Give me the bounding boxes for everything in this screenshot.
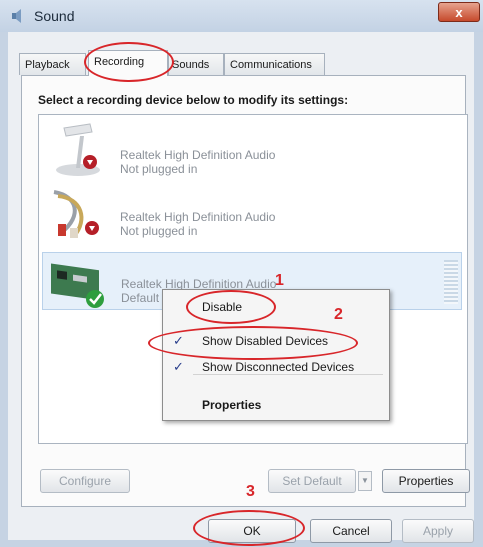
title-bar: Sound x <box>0 0 483 32</box>
annotation-number-2: 2 <box>334 306 343 323</box>
set-default-dropdown-arrow[interactable]: ▼ <box>358 471 372 491</box>
annotation-number-3: 3 <box>246 483 255 500</box>
device-status: Not plugged in <box>120 224 198 238</box>
microphone-icon <box>56 123 100 176</box>
device-name: Realtek High Definition Audio <box>120 210 276 224</box>
window-frame-right <box>474 32 483 547</box>
menu-item-properties[interactable]: Properties <box>163 394 389 416</box>
sound-dialog: Sound x Playback Recording Sounds Commun… <box>0 0 483 547</box>
device-item-line-in[interactable]: Realtek High Definition Audio Not plugge… <box>42 182 462 242</box>
tab-playback[interactable]: Playback <box>19 53 86 75</box>
level-meter <box>444 260 458 304</box>
tab-recording[interactable]: Recording <box>88 50 168 76</box>
window-frame-left <box>0 32 8 547</box>
close-button[interactable]: x <box>438 2 480 22</box>
apply-button[interactable]: Apply <box>402 519 474 543</box>
set-default-button[interactable]: Set Default <box>268 469 356 493</box>
menu-item-label: Show Disabled Devices <box>202 334 329 348</box>
properties-button[interactable]: Properties <box>382 469 470 493</box>
checkmark-icon: ✓ <box>173 333 184 348</box>
cancel-button[interactable]: Cancel <box>310 519 392 543</box>
annotation-number-1: 1 <box>275 272 284 289</box>
menu-item-disable[interactable]: Disable <box>163 296 389 318</box>
tab-communications[interactable]: Communications <box>224 53 325 75</box>
tab-sounds[interactable]: Sounds <box>168 53 224 75</box>
menu-separator <box>193 374 383 375</box>
ok-button[interactable]: OK <box>208 519 296 543</box>
menu-item-show-disabled-devices[interactable]: ✓ Show Disabled Devices <box>163 330 389 352</box>
audio-cable-icon <box>53 190 99 238</box>
context-menu: Disable ✓ Show Disabled Devices ✓ Show D… <box>162 289 390 421</box>
instruction-text: Select a recording device below to modif… <box>38 93 349 107</box>
configure-button[interactable]: Configure <box>40 469 130 493</box>
checkmark-icon: ✓ <box>173 359 184 374</box>
sound-card-icon <box>51 263 104 308</box>
device-item-microphone[interactable]: Realtek High Definition Audio Not plugge… <box>42 120 462 180</box>
speaker-icon <box>12 9 21 23</box>
device-name: Realtek High Definition Audio <box>120 148 276 162</box>
device-status: Not plugged in <box>120 162 198 176</box>
menu-item-label: Disable <box>202 300 243 314</box>
window-title: Sound <box>34 8 75 24</box>
menu-item-label: Properties <box>202 398 262 412</box>
